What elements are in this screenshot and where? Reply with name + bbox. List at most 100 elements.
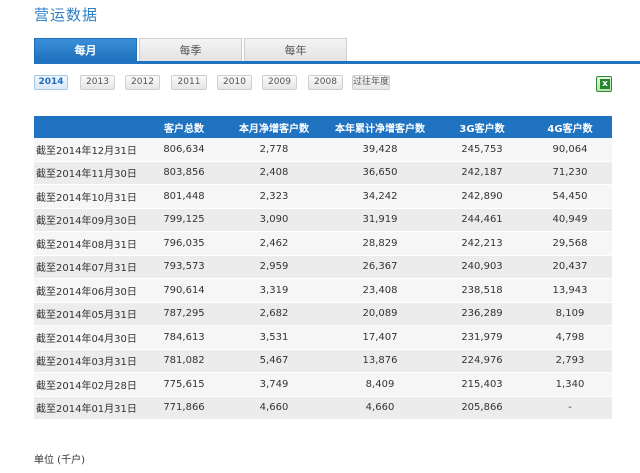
- cell-monthly-net-adds: 5,467: [224, 349, 324, 373]
- cell-period: 截至2014年06月30日: [34, 278, 144, 303]
- table-body: 截至2014年12月31日 806,634 2,778 39,428 245,753 90…: [34, 138, 612, 420]
- cell-total-customers: 799,125: [144, 208, 224, 232]
- year-button-2009[interactable]: 2009: [262, 75, 297, 90]
- cell-period: 截至2014年11月30日: [34, 161, 144, 185]
- year-button-2011[interactable]: 2011: [171, 75, 207, 90]
- year-button-2014[interactable]: 2014: [34, 75, 68, 90]
- table-row: 截至2014年07月31日 793,573 2,959 26,367 240,903 20…: [34, 255, 612, 279]
- year-button-past[interactable]: 过往年度: [352, 75, 390, 90]
- cell-total-customers: 803,856: [144, 161, 224, 185]
- cell-period: 截至2014年08月31日: [34, 231, 144, 256]
- year-button-2013[interactable]: 2013: [80, 75, 115, 90]
- cell-total-customers: 801,448: [144, 184, 224, 209]
- table-row: 截至2014年09月30日 799,125 3,090 31,919 244,461 40…: [34, 208, 612, 232]
- cell-3g-customers: 238,518: [436, 278, 528, 303]
- cell-total-customers: 796,035: [144, 231, 224, 256]
- operating-data-table: 客户总数 本月净增客户数 本年累计净增客户数 3G客户数 4G客户数 截至201…: [34, 116, 612, 420]
- cell-ytd-net-adds: 31,919: [324, 208, 436, 232]
- cell-total-customers: 775,615: [144, 372, 224, 397]
- cell-monthly-net-adds: 2,323: [224, 184, 324, 209]
- cell-ytd-net-adds: 34,242: [324, 184, 436, 209]
- cell-4g-customers: 2,793: [528, 349, 612, 373]
- cell-4g-customers: 71,230: [528, 161, 612, 185]
- cell-ytd-net-adds: 4,660: [324, 396, 436, 420]
- cell-ytd-net-adds: 39,428: [324, 138, 436, 162]
- cell-3g-customers: 205,866: [436, 396, 528, 420]
- excel-icon[interactable]: x: [596, 76, 612, 92]
- table-row: 截至2014年12月31日 806,634 2,778 39,428 245,753 90…: [34, 138, 612, 162]
- cell-ytd-net-adds: 20,089: [324, 302, 436, 326]
- cell-ytd-net-adds: 8,409: [324, 372, 436, 397]
- cell-4g-customers: 90,064: [528, 138, 612, 162]
- cell-total-customers: 784,613: [144, 325, 224, 350]
- cell-3g-customers: 240,903: [436, 255, 528, 279]
- table-row: 截至2014年10月31日 801,448 2,323 34,242 242,890 54…: [34, 184, 612, 209]
- cell-period: 截至2014年04月30日: [34, 325, 144, 350]
- cell-3g-customers: 244,461: [436, 208, 528, 232]
- cell-4g-customers: 4,798: [528, 325, 612, 350]
- cell-monthly-net-adds: 3,090: [224, 208, 324, 232]
- cell-period: 截至2014年12月31日: [34, 138, 144, 162]
- cell-ytd-net-adds: 23,408: [324, 278, 436, 303]
- cell-period: 截至2014年01月31日: [34, 396, 144, 420]
- cell-3g-customers: 242,213: [436, 231, 528, 256]
- cell-4g-customers: 29,568: [528, 231, 612, 256]
- cell-ytd-net-adds: 13,876: [324, 349, 436, 373]
- cell-monthly-net-adds: 2,959: [224, 255, 324, 279]
- cell-3g-customers: 245,753: [436, 138, 528, 162]
- cell-4g-customers: 13,943: [528, 278, 612, 303]
- cell-monthly-net-adds: 2,462: [224, 231, 324, 256]
- cell-4g-customers: 1,340: [528, 372, 612, 397]
- cell-ytd-net-adds: 36,650: [324, 161, 436, 185]
- table-row: 截至2014年08月31日 796,035 2,462 28,829 242,213 29…: [34, 231, 612, 256]
- cell-3g-customers: 231,979: [436, 325, 528, 350]
- cell-period: 截至2014年09月30日: [34, 208, 144, 232]
- tab-monthly[interactable]: 每月: [34, 38, 137, 62]
- unit-note: 单位 (千户): [34, 455, 85, 466]
- cell-ytd-net-adds: 28,829: [324, 231, 436, 256]
- cell-3g-customers: 242,890: [436, 184, 528, 209]
- cell-period: 截至2014年05月31日: [34, 302, 144, 326]
- cell-period: 截至2014年03月31日: [34, 349, 144, 373]
- year-button-2012[interactable]: 2012: [125, 75, 160, 90]
- cell-ytd-net-adds: 17,407: [324, 325, 436, 350]
- year-button-2010[interactable]: 2010: [217, 75, 252, 90]
- header-4g-customers: 4G客户数: [528, 116, 612, 138]
- cell-ytd-net-adds: 26,367: [324, 255, 436, 279]
- cell-3g-customers: 215,403: [436, 372, 528, 397]
- cell-period: 截至2014年02月28日: [34, 372, 144, 397]
- table-row: 截至2014年03月31日 781,082 5,467 13,876 224,976 2,…: [34, 349, 612, 373]
- header-ytd-net-adds: 本年累计净增客户数: [324, 116, 436, 138]
- table-row: 截至2014年04月30日 784,613 3,531 17,407 231,979 4,…: [34, 325, 612, 350]
- table-row: 截至2014年06月30日 790,614 3,319 23,408 238,518 13…: [34, 278, 612, 303]
- table-row: 截至2014年11月30日 803,856 2,408 36,650 242,187 71…: [34, 161, 612, 185]
- table-row: 截至2014年02月28日 775,615 3,749 8,409 215,403 1,3…: [34, 372, 612, 397]
- table-row: 截至2014年01月31日 771,866 4,660 4,660 205,866-: [34, 396, 612, 420]
- cell-monthly-net-adds: 2,778: [224, 138, 324, 162]
- header-total-customers: 客户总数: [144, 116, 224, 138]
- header-period: [34, 116, 144, 138]
- cell-total-customers: 793,573: [144, 255, 224, 279]
- table-header-row: 客户总数 本月净增客户数 本年累计净增客户数 3G客户数 4G客户数: [34, 116, 612, 138]
- cell-period: 截至2014年07月31日: [34, 255, 144, 279]
- cell-3g-customers: 236,289: [436, 302, 528, 326]
- cell-monthly-net-adds: 3,531: [224, 325, 324, 350]
- cell-3g-customers: 224,976: [436, 349, 528, 373]
- tab-quarterly[interactable]: 每季: [139, 38, 242, 62]
- cell-period: 截至2014年10月31日: [34, 184, 144, 209]
- tab-yearly[interactable]: 每年: [244, 38, 347, 62]
- period-tabs: 每月 每季 每年: [34, 38, 640, 64]
- cell-3g-customers: 242,187: [436, 161, 528, 185]
- cell-4g-customers: 20,437: [528, 255, 612, 279]
- cell-monthly-net-adds: 3,319: [224, 278, 324, 303]
- table-row: 截至2014年05月31日 787,295 2,682 20,089 236,289 8,…: [34, 302, 612, 326]
- page-title: 营运数据: [34, 6, 99, 24]
- year-button-2008[interactable]: 2008: [308, 75, 343, 90]
- cell-monthly-net-adds: 2,682: [224, 302, 324, 326]
- cell-monthly-net-adds: 4,660: [224, 396, 324, 420]
- cell-total-customers: 790,614: [144, 278, 224, 303]
- cell-monthly-net-adds: 3,749: [224, 372, 324, 397]
- cell-total-customers: 787,295: [144, 302, 224, 326]
- cell-monthly-net-adds: 2,408: [224, 161, 324, 185]
- cell-4g-customers: 40,949: [528, 208, 612, 232]
